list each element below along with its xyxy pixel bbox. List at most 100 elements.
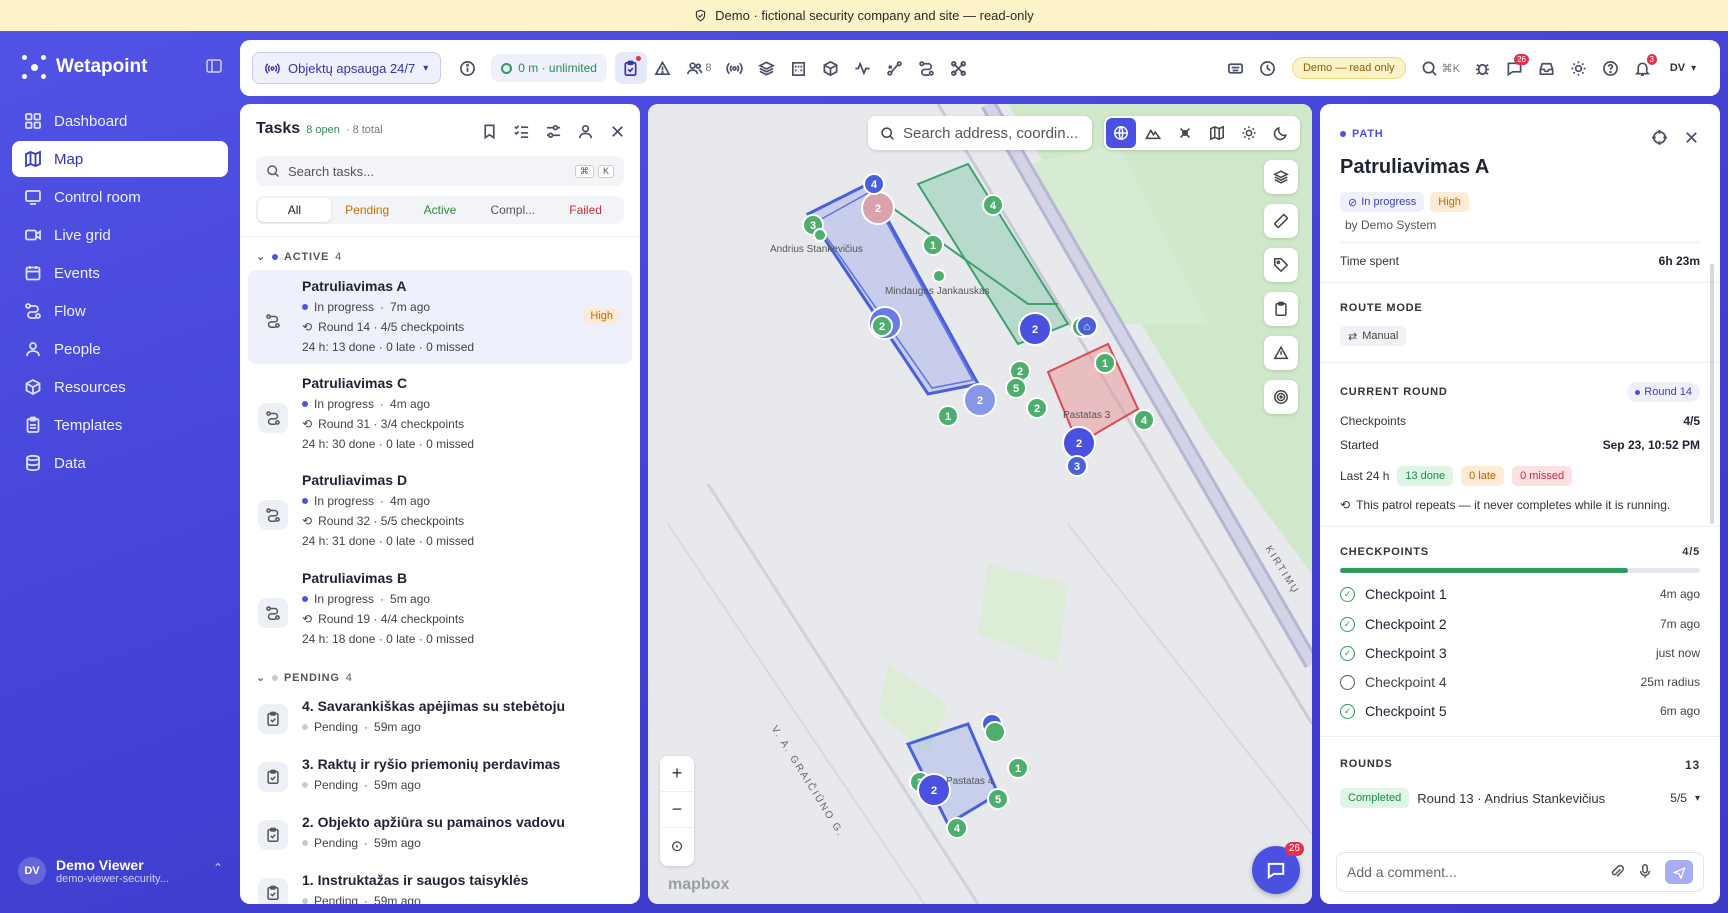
zoom-in-button[interactable]: + [660, 756, 694, 792]
task-item[interactable]: Patruliavimas C In progress · 4m ago ⟲ Roun… [248, 367, 632, 461]
started-label: Started [1340, 438, 1379, 452]
map-label-andrius: Andrius Stankevičius [770, 244, 863, 255]
checkpoint-row[interactable]: ✓ Checkpoint 5 6m ago [1340, 703, 1700, 719]
theme-button[interactable] [1562, 52, 1594, 84]
filter-pending[interactable]: Pending [331, 198, 404, 222]
sidebar-item-flow[interactable]: Flow [12, 293, 228, 329]
task-item[interactable]: 1. Instruktažas ir saugos taisyklės Pend… [248, 864, 632, 904]
map-view[interactable]: 3 2 4 4 1 2 2 2 ⌂ 2 5 2 1 1 2 4 2 3 1 5 … [648, 104, 1312, 904]
sidebar-item-data[interactable]: Data [12, 445, 228, 481]
messages-button[interactable]: 26 [1498, 52, 1530, 84]
debug-button[interactable] [1466, 52, 1498, 84]
globe-style-button[interactable] [1106, 118, 1136, 148]
alerts-button[interactable] [647, 52, 679, 84]
distance-status[interactable]: 0 m · unlimited [491, 54, 607, 82]
task-item[interactable]: 3. Raktų ir ryšio priemonių perdavimas P… [248, 748, 632, 806]
filter-active[interactable]: Active [404, 198, 477, 222]
filter-failed[interactable]: Failed [549, 198, 622, 222]
incidents-layer-button[interactable] [1264, 336, 1298, 370]
tasks-search-input[interactable]: Search tasks... [288, 164, 374, 179]
sidebar-item-dashboard[interactable]: Dashboard [12, 103, 228, 139]
buildings-button[interactable] [783, 52, 815, 84]
task-item[interactable]: Patruliavimas D In progress · 4m ago ⟲ Roun… [248, 464, 632, 558]
site-selector[interactable]: Objektų apsauga 24/7 ▾ [252, 52, 442, 84]
help-button[interactable] [1594, 52, 1626, 84]
checkpoint-row[interactable]: ✓ Checkpoint 1 4m ago [1340, 586, 1700, 602]
close-tasks-button[interactable] [604, 118, 630, 144]
activity-button[interactable] [847, 52, 879, 84]
comment-input[interactable]: Add a comment... [1336, 852, 1704, 892]
close-detail-button[interactable] [1678, 124, 1704, 150]
group-header-pending[interactable]: ⌄ PENDING 4 [256, 671, 352, 685]
keyboard-button[interactable] [1220, 52, 1252, 84]
info-icon[interactable] [451, 52, 483, 84]
scrollbar[interactable] [1710, 264, 1714, 524]
filter-settings-button[interactable] [540, 118, 566, 144]
people-button[interactable]: 8 [679, 52, 719, 84]
zoom-out-button[interactable]: − [660, 792, 694, 828]
divider [1340, 242, 1700, 243]
checkpoint-time: just now [1655, 646, 1700, 660]
sidebar-item-people[interactable]: People [12, 331, 228, 367]
task-item[interactable]: Patruliavimas B In progress · 5m ago ⟲ Roun… [248, 562, 632, 656]
sidebar-item-map[interactable]: Map [12, 141, 228, 177]
tasks-button[interactable] [614, 52, 647, 84]
terrain-style-button[interactable] [1138, 118, 1168, 148]
map-icon [1210, 125, 1224, 141]
task-item[interactable]: 4. Savarankiškas apėjimas su stebėtoju P… [248, 690, 632, 748]
history-button[interactable] [1252, 52, 1284, 84]
dark-style-button[interactable] [1266, 118, 1296, 148]
microphone-icon[interactable] [1637, 863, 1655, 881]
drone-button[interactable] [943, 52, 975, 84]
tags-button[interactable] [1264, 248, 1298, 282]
chat-fab-button[interactable]: 26 [1252, 842, 1304, 894]
sidebar-collapse-icon[interactable] [204, 56, 224, 76]
filter-completed[interactable]: Compl... [476, 198, 549, 222]
task-item[interactable]: Patruliavimas A In progress · 7m ago ⟲ Roun… [248, 270, 632, 364]
sidebar-item-control-room[interactable]: Control room [12, 179, 228, 215]
checkpoints-progress [1340, 568, 1700, 573]
objects-button[interactable] [815, 52, 847, 84]
map-search-input[interactable]: Search address, coordin... [868, 116, 1092, 150]
flow-icon [25, 303, 41, 319]
app-name: Wetapoint [56, 56, 148, 77]
locate-button[interactable]: ⊙ [660, 828, 694, 864]
checkpoint-row[interactable]: ✓ Checkpoint 3 just now [1340, 645, 1700, 661]
detail-scroll[interactable]: by Demo System Time spent 6h 23m ROUTE MO… [1320, 216, 1720, 850]
task-item[interactable]: 2. Objekto apžiūra su pamainos vadovu Pe… [248, 806, 632, 864]
tasks-search[interactable]: Search tasks... ⌘ K [256, 156, 624, 186]
checkpoint-row[interactable]: ✓ Checkpoint 2 7m ago [1340, 616, 1700, 632]
tasks-layer-button[interactable] [1264, 292, 1298, 326]
attach-icon[interactable] [1609, 863, 1627, 881]
search-button[interactable] [1414, 52, 1446, 84]
sidebar-item-events[interactable]: Events [12, 255, 228, 291]
measure-button[interactable] [1264, 204, 1298, 238]
light-style-button[interactable] [1234, 118, 1264, 148]
layers-button[interactable] [1264, 160, 1298, 194]
user-menu[interactable]: DV Demo Viewer demo-viewer-security... ⌃ [18, 849, 223, 893]
checkpoint-name: Checkpoint 1 [1365, 586, 1447, 602]
assignee-button[interactable] [572, 118, 598, 144]
patrols-button[interactable] [911, 52, 943, 84]
locate-on-map-button[interactable] [1646, 124, 1672, 150]
group-header-active[interactable]: ⌄ ACTIVE 4 [256, 250, 341, 264]
user-avatar-button[interactable]: DV ▾ [1658, 52, 1708, 84]
checklist-button[interactable] [508, 118, 534, 144]
filter-all[interactable]: All [258, 198, 331, 222]
sidebar-item-resources[interactable]: Resources [12, 369, 228, 405]
satellite-style-button[interactable] [1170, 118, 1200, 148]
layers-button[interactable] [751, 52, 783, 84]
send-button[interactable] [1665, 860, 1693, 884]
radio-button[interactable] [719, 52, 751, 84]
bookmark-button[interactable] [476, 118, 502, 144]
route-button[interactable] [879, 52, 911, 84]
sidebar-item-templates[interactable]: Templates [12, 407, 228, 443]
inbox-button[interactable] [1530, 52, 1562, 84]
street-style-button[interactable] [1202, 118, 1232, 148]
radar-button[interactable] [1264, 380, 1298, 414]
brand[interactable]: Wetapoint [22, 55, 147, 79]
sidebar-item-live-grid[interactable]: Live grid [12, 217, 228, 253]
notifications-button[interactable]: 3 [1626, 52, 1658, 84]
checkpoint-row[interactable]: Checkpoint 4 25m radius [1340, 674, 1700, 690]
round-row[interactable]: Completed Round 13 · Andrius Stankevičiu… [1340, 788, 1700, 808]
